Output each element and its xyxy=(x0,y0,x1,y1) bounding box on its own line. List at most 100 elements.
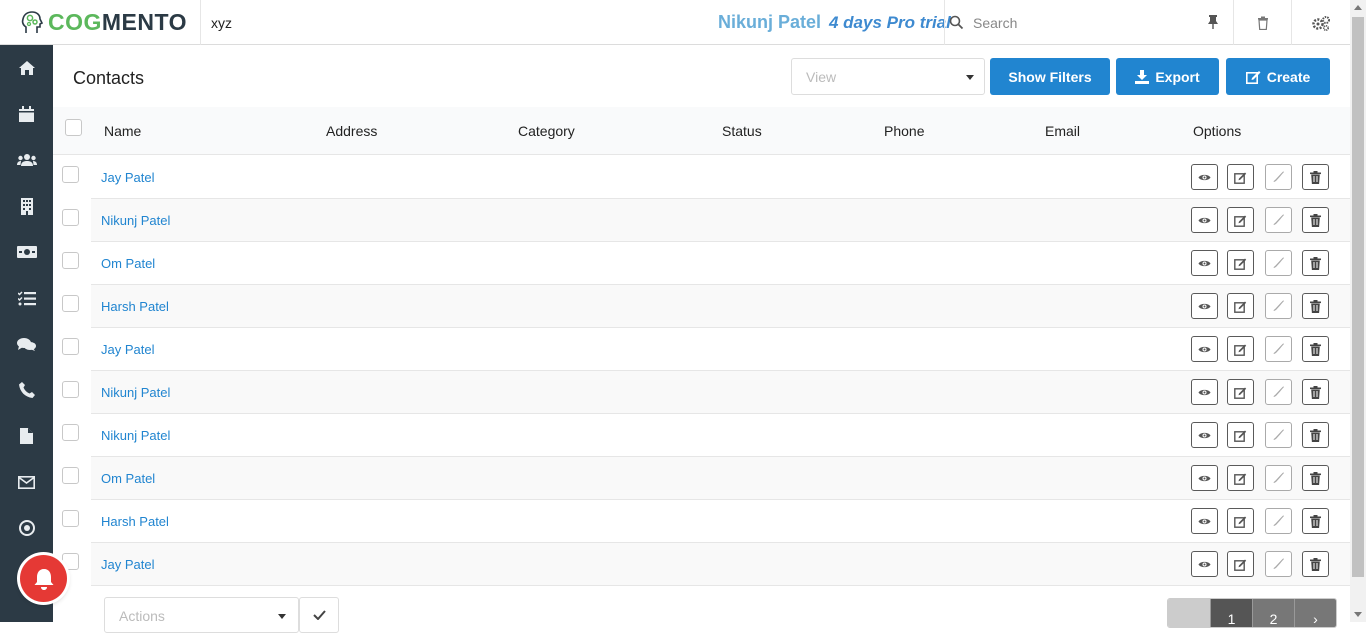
column-header-name[interactable]: Name xyxy=(104,123,141,139)
delete-button[interactable] xyxy=(1302,293,1329,319)
contact-name-link[interactable]: Harsh Patel xyxy=(101,514,169,529)
scroll-down-arrow[interactable] xyxy=(1354,612,1362,617)
contact-name-link[interactable]: Nikunj Patel xyxy=(101,213,170,228)
contact-name-link[interactable]: Om Patel xyxy=(101,256,155,271)
sidebar-item-contacts[interactable] xyxy=(0,137,53,183)
contact-name-link[interactable]: Jay Patel xyxy=(101,342,154,357)
apply-action-button[interactable] xyxy=(299,597,339,633)
call-button[interactable] xyxy=(1265,164,1292,190)
download-icon xyxy=(1135,69,1150,84)
view-button[interactable] xyxy=(1191,551,1218,577)
row-checkbox[interactable] xyxy=(62,166,79,183)
create-button[interactable]: Create xyxy=(1226,58,1330,95)
pagination-page-2[interactable]: 2 xyxy=(1252,599,1294,627)
call-button[interactable] xyxy=(1265,250,1292,276)
sidebar-item-tasks[interactable] xyxy=(0,275,53,321)
export-button[interactable]: Export xyxy=(1116,58,1219,95)
scroll-up-arrow[interactable] xyxy=(1354,5,1362,10)
edit-button[interactable] xyxy=(1227,250,1254,276)
view-button[interactable] xyxy=(1191,508,1218,534)
call-button[interactable] xyxy=(1265,422,1292,448)
sidebar-item-home[interactable] xyxy=(0,45,53,91)
view-button[interactable] xyxy=(1191,379,1218,405)
sidebar-item-campaigns[interactable] xyxy=(0,505,53,551)
settings-button[interactable] xyxy=(1291,0,1349,45)
view-button[interactable] xyxy=(1191,293,1218,319)
column-header-address[interactable]: Address xyxy=(326,123,377,139)
delete-button[interactable] xyxy=(1302,336,1329,362)
call-button[interactable] xyxy=(1265,336,1292,362)
call-button[interactable] xyxy=(1265,508,1292,534)
contact-name-link[interactable]: Harsh Patel xyxy=(101,299,169,314)
view-button[interactable] xyxy=(1191,250,1218,276)
trial-badge[interactable]: 4 days Pro trial xyxy=(829,13,951,33)
pagination-next[interactable]: › xyxy=(1294,599,1336,627)
sidebar-item-calendar[interactable] xyxy=(0,91,53,137)
contact-name-link[interactable]: Om Patel xyxy=(101,471,155,486)
column-header-category[interactable]: Category xyxy=(518,123,575,139)
edit-button[interactable] xyxy=(1227,293,1254,319)
sidebar-item-documents[interactable] xyxy=(0,413,53,459)
select-all-checkbox[interactable] xyxy=(65,119,82,136)
call-button[interactable] xyxy=(1265,551,1292,577)
edit-button[interactable] xyxy=(1227,508,1254,534)
vertical-scrollbar[interactable] xyxy=(1350,0,1366,622)
delete-button[interactable] xyxy=(1302,379,1329,405)
sidebar-item-email[interactable] xyxy=(0,459,53,505)
logo[interactable]: COGMENTO xyxy=(0,0,201,45)
call-button[interactable] xyxy=(1265,379,1292,405)
sidebar-item-deals[interactable] xyxy=(0,229,53,275)
delete-button[interactable] xyxy=(1302,465,1329,491)
view-button[interactable] xyxy=(1191,336,1218,362)
trash-button[interactable] xyxy=(1233,0,1291,45)
edit-button[interactable] xyxy=(1227,207,1254,233)
sidebar-item-companies[interactable] xyxy=(0,183,53,229)
notification-bell-button[interactable] xyxy=(20,555,67,602)
column-header-status[interactable]: Status xyxy=(722,123,762,139)
search-input[interactable] xyxy=(973,14,1192,31)
pin-icon[interactable] xyxy=(1205,14,1221,30)
view-button[interactable] xyxy=(1191,207,1218,233)
delete-button[interactable] xyxy=(1302,164,1329,190)
sidebar-item-cases[interactable] xyxy=(0,321,53,367)
contact-name-link[interactable]: Nikunj Patel xyxy=(101,428,170,443)
delete-button[interactable] xyxy=(1302,551,1329,577)
row-checkbox[interactable] xyxy=(62,338,79,355)
row-checkbox[interactable] xyxy=(62,510,79,527)
row-checkbox[interactable] xyxy=(62,381,79,398)
show-filters-button[interactable]: Show Filters xyxy=(990,58,1110,95)
edit-button[interactable] xyxy=(1227,465,1254,491)
delete-button[interactable] xyxy=(1302,422,1329,448)
scrollbar-thumb[interactable] xyxy=(1352,17,1364,577)
row-checkbox[interactable] xyxy=(62,424,79,441)
sidebar-item-calls[interactable] xyxy=(0,367,53,413)
row-checkbox[interactable] xyxy=(62,467,79,484)
view-button[interactable] xyxy=(1191,422,1218,448)
delete-button[interactable] xyxy=(1302,250,1329,276)
actions-dropdown[interactable]: Actions xyxy=(104,597,299,633)
pagination-page-1[interactable]: 1 xyxy=(1210,599,1252,627)
edit-button[interactable] xyxy=(1227,551,1254,577)
row-checkbox[interactable] xyxy=(62,209,79,226)
row-checkbox[interactable] xyxy=(62,252,79,269)
contact-name-link[interactable]: Jay Patel xyxy=(101,170,154,185)
column-header-phone[interactable]: Phone xyxy=(884,123,924,139)
contact-name-link[interactable]: Jay Patel xyxy=(101,557,154,572)
view-dropdown[interactable]: View xyxy=(791,58,985,95)
call-button[interactable] xyxy=(1265,207,1292,233)
call-button[interactable] xyxy=(1265,465,1292,491)
call-button[interactable] xyxy=(1265,293,1292,319)
column-header-email[interactable]: Email xyxy=(1045,123,1080,139)
contact-name-link[interactable]: Nikunj Patel xyxy=(101,385,170,400)
edit-button[interactable] xyxy=(1227,336,1254,362)
edit-button[interactable] xyxy=(1227,422,1254,448)
edit-button[interactable] xyxy=(1227,379,1254,405)
edit-button[interactable] xyxy=(1227,164,1254,190)
pagination-previous[interactable] xyxy=(1168,599,1210,627)
delete-button[interactable] xyxy=(1302,207,1329,233)
row-checkbox[interactable] xyxy=(62,295,79,312)
delete-button[interactable] xyxy=(1302,508,1329,534)
view-button[interactable] xyxy=(1191,164,1218,190)
view-button[interactable] xyxy=(1191,465,1218,491)
user-name[interactable]: Nikunj Patel xyxy=(718,12,821,33)
